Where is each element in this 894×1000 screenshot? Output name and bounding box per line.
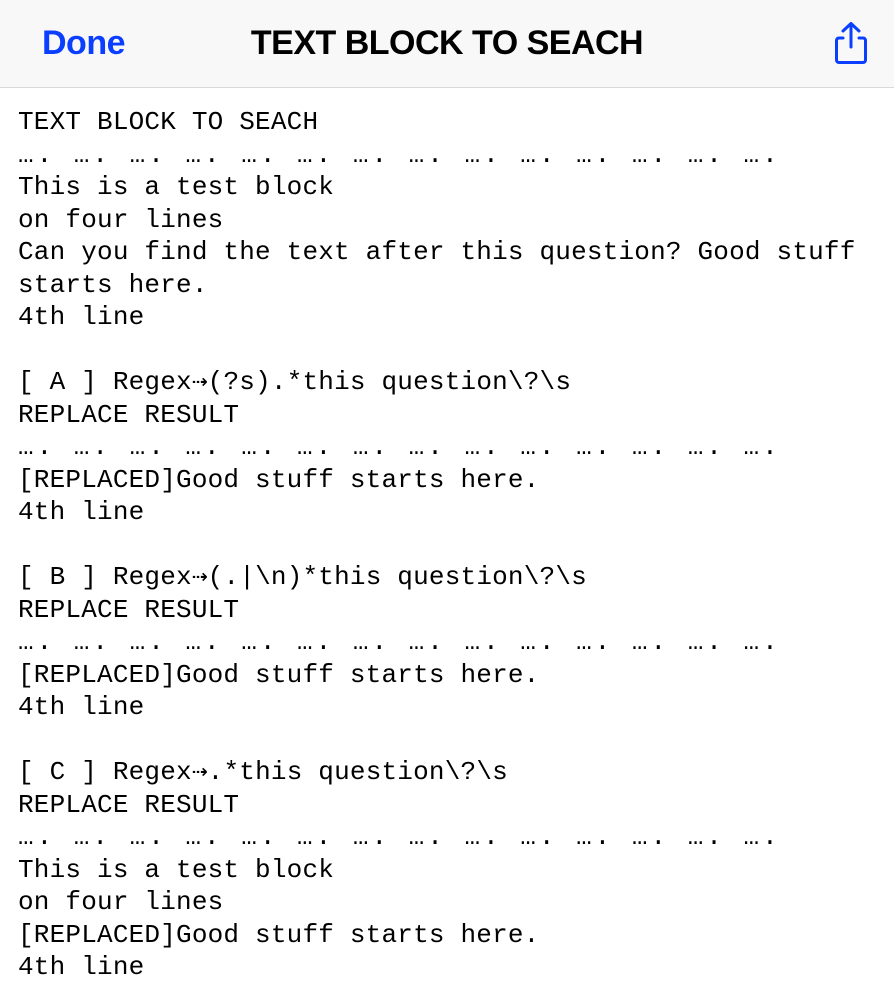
text-content: TEXT BLOCK TO SEACH …. …. …. …. …. …. ….… xyxy=(0,88,894,984)
share-button[interactable] xyxy=(828,18,874,70)
text-line: This is a test block xyxy=(18,172,334,202)
page-title: TEXT BLOCK TO SEACH xyxy=(251,24,643,63)
share-icon xyxy=(832,22,870,66)
result-line: 4th line xyxy=(18,692,144,722)
separator: …. …. …. …. …. …. …. …. …. …. …. …. …. …… xyxy=(18,627,781,657)
text-line: 4th line xyxy=(18,302,144,332)
result-header-c: REPLACE RESULT xyxy=(18,790,239,820)
done-button[interactable]: Done xyxy=(42,24,125,63)
separator: …. …. …. …. …. …. …. …. …. …. …. …. …. …… xyxy=(18,822,781,852)
regex-label-a: [ A ] Regex⇢(?s).*this question\?\s xyxy=(18,367,571,397)
result-line: on four lines xyxy=(18,887,223,917)
header-bar: Done TEXT BLOCK TO SEACH xyxy=(0,0,894,88)
result-line: [REPLACED]Good stuff starts here. xyxy=(18,920,539,950)
result-line: 4th line xyxy=(18,497,144,527)
text-line: on four lines xyxy=(18,205,223,235)
result-line: [REPLACED]Good stuff starts here. xyxy=(18,660,539,690)
content-heading: TEXT BLOCK TO SEACH xyxy=(18,107,318,137)
text-line: Can you find the text after this questio… xyxy=(18,237,871,300)
separator: …. …. …. …. …. …. …. …. …. …. …. …. …. …… xyxy=(18,140,781,170)
regex-label-c: [ C ] Regex⇢.*this question\?\s xyxy=(18,757,508,787)
result-line: [REPLACED]Good stuff starts here. xyxy=(18,465,539,495)
separator: …. …. …. …. …. …. …. …. …. …. …. …. …. …… xyxy=(18,432,781,462)
result-line: 4th line xyxy=(18,952,144,982)
result-header-b: REPLACE RESULT xyxy=(18,595,239,625)
regex-label-b: [ B ] Regex⇢(.|\n)*this question\?\s xyxy=(18,562,587,592)
result-line: This is a test block xyxy=(18,855,334,885)
result-header-a: REPLACE RESULT xyxy=(18,400,239,430)
